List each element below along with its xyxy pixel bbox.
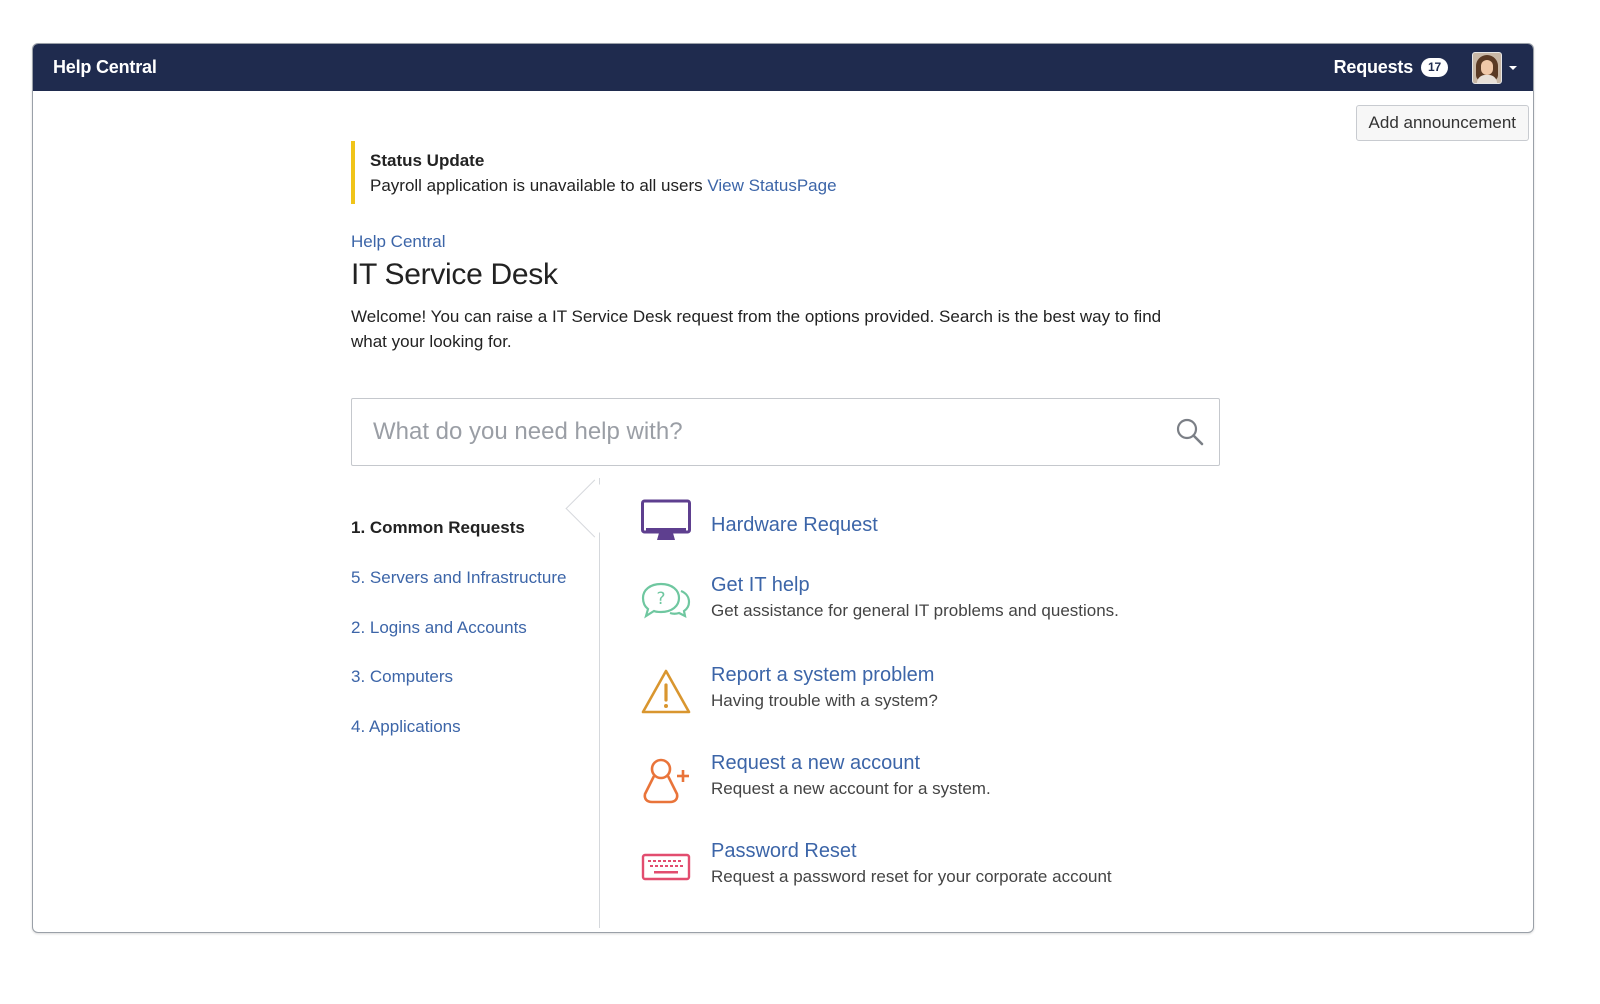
portal-content: Status Update Payroll application is una… [351, 141, 1221, 930]
monitor-icon [641, 499, 691, 540]
chevron-down-icon [1509, 65, 1517, 70]
request-type-description: Having trouble with a system? [711, 691, 938, 710]
search-input[interactable] [371, 417, 1175, 447]
profile-menu[interactable] [1472, 51, 1517, 84]
search-box [351, 398, 1220, 466]
request-type-description: Get assistance for general IT problems a… [711, 601, 1119, 620]
request-type-description: Request a new account for a system. [711, 779, 991, 798]
request-group-nav: 1. Common Requests 5. Servers and Infras… [351, 478, 600, 928]
add-announcement-button[interactable]: Add announcement [1355, 105, 1529, 141]
requests-link[interactable]: Requests 17 [1334, 57, 1448, 78]
group-item-servers-infrastructure[interactable]: 5. Servers and Infrastructure [351, 568, 566, 588]
request-type-description: Request a password reset for your corpor… [711, 867, 1112, 886]
request-type-password-reset[interactable]: Password Reset Request a password reset … [641, 840, 1221, 904]
request-type-hardware[interactable]: Hardware Request [641, 498, 1221, 558]
request-type-name: Password Reset [711, 840, 857, 862]
request-type-new-account[interactable]: Request a new account Request a new acco… [641, 752, 1221, 816]
avatar [1472, 51, 1502, 84]
request-browser: 1. Common Requests 5. Servers and Infras… [351, 478, 1221, 930]
topbar-actions: Requests 17 [1334, 51, 1517, 84]
group-item-logins-accounts[interactable]: 2. Logins and Accounts [351, 618, 527, 638]
keyboard-icon [641, 853, 691, 881]
group-item-common-requests[interactable]: 1. Common Requests [351, 518, 525, 538]
announcement-message: Payroll application is unavailable to al… [370, 176, 703, 195]
request-type-name: Request a new account [711, 752, 921, 774]
warning-icon [641, 669, 691, 714]
view-statuspage-link[interactable]: View StatusPage [707, 176, 836, 195]
announcement-title: Status Update [370, 151, 485, 170]
top-navigation-bar: Help Central Requests 17 [33, 44, 1533, 91]
request-type-name: Get IT help [711, 574, 810, 596]
group-item-applications[interactable]: 4. Applications [351, 717, 461, 737]
requests-count-badge: 17 [1421, 58, 1448, 77]
announcement-banner: Status Update Payroll application is una… [351, 141, 970, 204]
breadcrumb: Help Central [351, 232, 1221, 252]
request-type-get-it-help[interactable]: ? Get IT help Get assistance for general… [641, 574, 1221, 638]
announcement-message-row: Payroll application is unavailable to al… [370, 176, 970, 196]
group-item-computers[interactable]: 3. Computers [351, 667, 453, 687]
question-chat-icon: ? [641, 582, 691, 619]
requests-label: Requests [1333, 57, 1414, 77]
request-type-name: Hardware Request [711, 514, 878, 536]
search-icon[interactable] [1175, 417, 1205, 447]
help-center-window: Help Central Requests 17 Add announcemen… [32, 43, 1534, 933]
breadcrumb-help-center-link[interactable]: Help Central [351, 232, 446, 251]
request-type-report-system-problem[interactable]: Report a system problem Having trouble w… [641, 664, 1221, 728]
request-type-name: Report a system problem [711, 664, 935, 686]
welcome-text: Welcome! You can raise a IT Service Desk… [351, 307, 1162, 351]
svg-text:?: ? [656, 589, 665, 609]
page-title: IT Service Desk [351, 258, 558, 291]
add-user-icon [643, 758, 689, 804]
help-center-brand-link[interactable]: Help Central [53, 57, 157, 78]
